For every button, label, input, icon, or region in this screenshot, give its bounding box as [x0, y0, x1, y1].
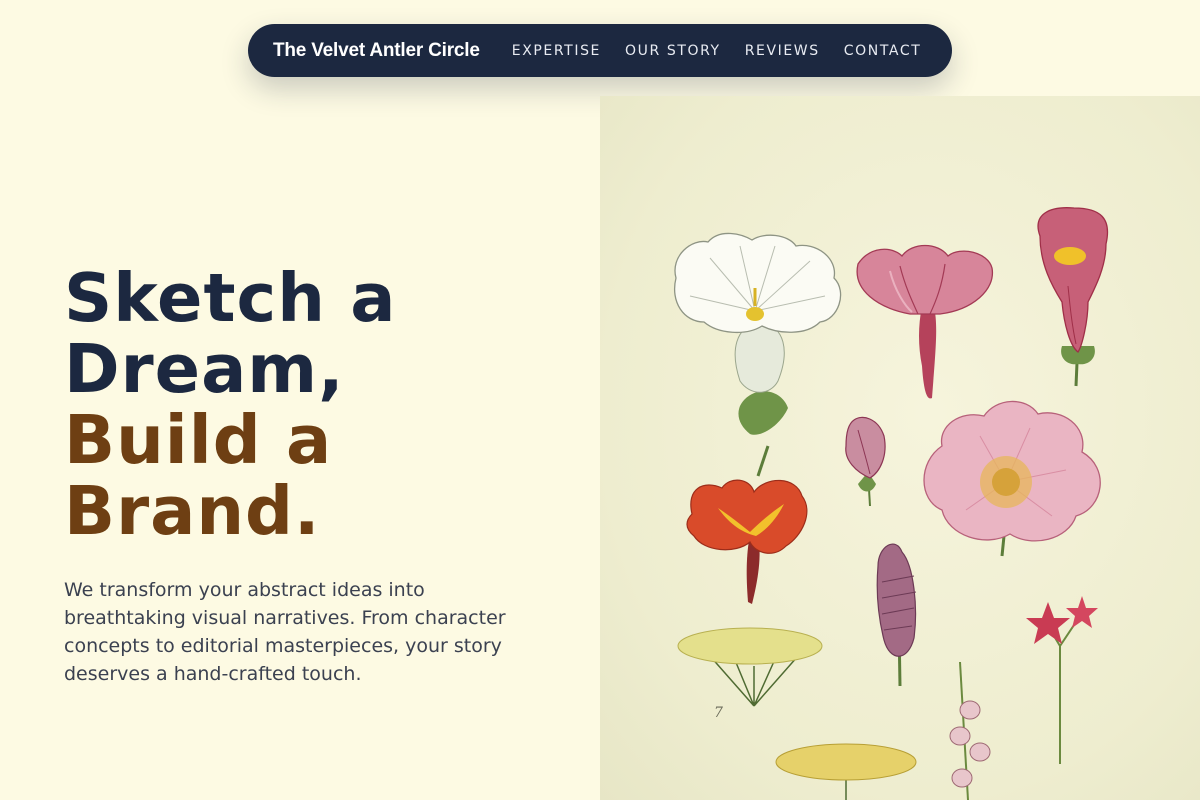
plate-number: 7	[714, 705, 723, 721]
heather-spike-flower-image	[876, 543, 917, 687]
top-navigation: The Velvet Antler Circle EXPERTISE OUR S…	[248, 24, 952, 77]
nav-link-contact[interactable]: CONTACT	[844, 43, 922, 59]
pink-bell-flower-image	[856, 244, 994, 399]
hero-title-line-3: Build a	[64, 401, 333, 479]
small-orchid-flower-image	[845, 416, 886, 507]
hero-title-line-1: Sketch a	[64, 259, 397, 337]
hero-title: Sketch a Dream, Build a Brand.	[64, 263, 396, 547]
white-trumpet-flower-image	[674, 232, 842, 477]
nav-link-expertise[interactable]: EXPERTISE	[512, 43, 601, 59]
yarrow-flower-image	[775, 743, 917, 800]
nav-link-reviews[interactable]: REVIEWS	[745, 43, 820, 59]
botanical-illustration-art: 7	[674, 207, 1109, 800]
hero-description: We transform your abstract ideas into br…	[64, 579, 506, 685]
nav-menu: EXPERTISE OUR STORY REVIEWS CONTACT	[512, 43, 922, 59]
nasturtium-flower-image	[686, 479, 808, 604]
hero-title-line-2: Dream,	[64, 330, 345, 408]
yellow-umbel-flower-image: 7	[677, 627, 823, 721]
snapdragon-flower-image	[1037, 207, 1109, 387]
pale-bell-cluster-image	[949, 661, 991, 800]
hero-title-line-4: Brand.	[64, 472, 321, 550]
botanical-illustration: 7	[600, 96, 1200, 800]
pink-star-flower-image	[1026, 596, 1098, 764]
wild-rose-flower-image	[923, 400, 1101, 557]
nav-link-our-story[interactable]: OUR STORY	[625, 43, 721, 59]
brand-logo-text[interactable]: The Velvet Antler Circle	[273, 40, 480, 62]
